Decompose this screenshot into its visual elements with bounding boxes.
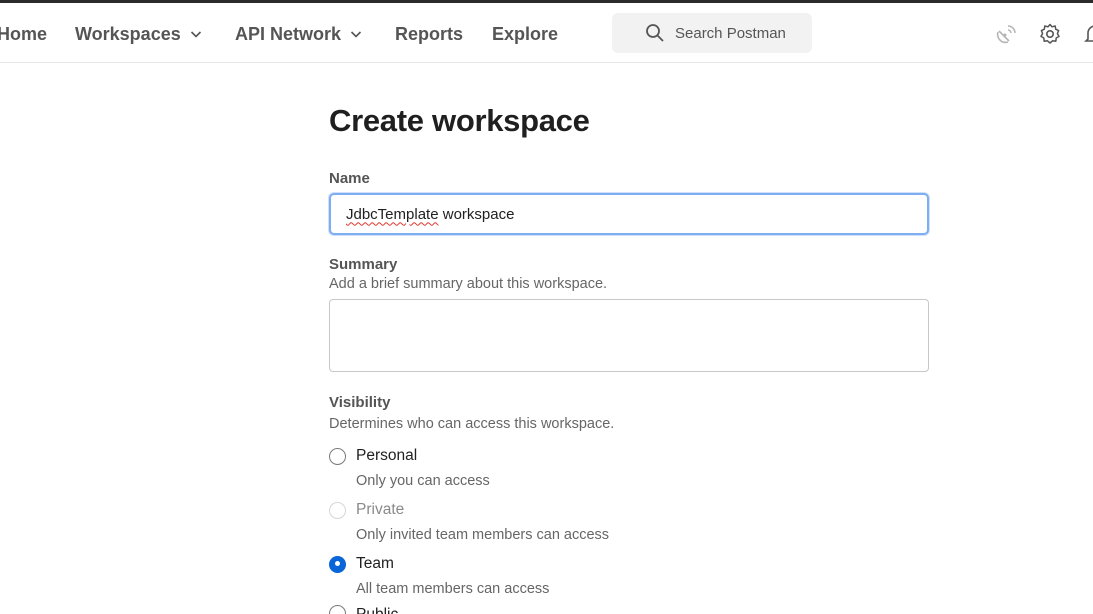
radio-team-desc: All team members can access [356,581,550,597]
gear-icon[interactable] [1037,21,1063,47]
radio-button [329,501,346,519]
radio-public[interactable]: Public [329,605,398,614]
radio-team[interactable]: Team [329,555,394,573]
search-placeholder: Search Postman [675,24,786,42]
top-navbar: Home Workspaces API Network Reports Expl… [0,3,1093,63]
visibility-label: Visibility [329,394,391,411]
satellite-icon[interactable] [993,21,1019,47]
visibility-helper: Determines who can access this workspace… [329,416,615,432]
chevron-down-icon [190,31,201,38]
summary-label: Summary [329,256,398,273]
bell-icon[interactable] [1082,21,1093,47]
nav-explore[interactable]: Explore [492,21,558,47]
radio-private-desc: Only invited team members can access [356,527,610,543]
radio-personal[interactable]: Personal [329,447,417,465]
search-icon [646,24,664,42]
search-box[interactable]: Search Postman [612,13,812,53]
name-label: Name [329,170,370,187]
nav-workspaces[interactable]: Workspaces [75,21,202,47]
nav-reports[interactable]: Reports [395,21,463,47]
radio-button[interactable] [329,555,346,573]
page-title: Create workspace [329,103,590,138]
name-value-rest: workspace [438,205,515,223]
nav-api-network[interactable]: API Network [235,21,362,47]
name-value-misspelled-word: JdbcTemplate [346,205,439,223]
radio-personal-desc: Only you can access [356,473,490,489]
nav-home[interactable]: Home [0,21,47,47]
radio-private: Private [329,501,404,519]
chevron-down-icon [350,31,362,38]
summary-helper: Add a brief summary about this workspace… [329,276,608,292]
name-input[interactable]: JdbcTemplate workspace [329,193,929,235]
radio-button[interactable] [329,447,346,465]
radio-button[interactable] [329,605,346,614]
summary-textarea[interactable] [329,299,929,372]
